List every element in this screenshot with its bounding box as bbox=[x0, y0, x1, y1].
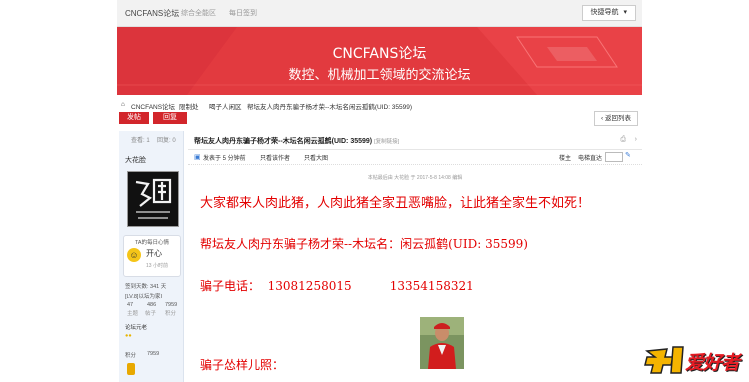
breadcrumb: ⌂ CNCFANS论坛 限制处 喝子人闲区 帮坛友人肉丹东骗子杨才荣--木坛名闲… bbox=[117, 98, 642, 112]
print-icon[interactable]: ⎙ bbox=[620, 136, 626, 144]
author-column: 查看: 1 回复: 0 大花脸 TA的每日心情 ☺ 开心 13 小时前 签到天数… bbox=[119, 131, 184, 382]
banner-title: CNCFANS论坛 bbox=[332, 46, 427, 62]
forum-page: CNCFANS论坛 综合全能区 每日签到 快捷导航 ▾ CNCFANS论坛 数控… bbox=[117, 0, 642, 382]
post-line-1: 大家都来人肉此猪，人肉此猪全家丑恶嘴脸，让此猪全家生不如死！ bbox=[200, 196, 591, 211]
site-name-link[interactable]: CNCFANS论坛 bbox=[125, 8, 179, 19]
user-level: [LV.8]以坛为家I bbox=[125, 294, 162, 300]
next-thread-icon[interactable]: › bbox=[635, 136, 637, 143]
back-to-list-button[interactable]: ‹ 返回列表 bbox=[594, 111, 638, 126]
top-bar: CNCFANS论坛 综合全能区 每日签到 快捷导航 ▾ bbox=[117, 0, 642, 27]
forum-banner: CNCFANS论坛 数控、机械加工领域的交流论坛 bbox=[117, 27, 642, 95]
points-label[interactable]: 积分 bbox=[165, 309, 176, 317]
rank-stars: ●● bbox=[125, 333, 132, 339]
watermark-text: 爱好者 bbox=[685, 352, 740, 374]
online-icon: ▣ bbox=[194, 154, 201, 161]
post-time: 发表于 5 分钟前 bbox=[203, 156, 246, 162]
quick-nav-label: 快捷导航 bbox=[590, 9, 619, 16]
post-content: 本帖最后由 大花脸 于 2017-5-8 14:08 编辑 大家都来人肉此猪，人… bbox=[188, 166, 642, 382]
user-group: 论坛元老 bbox=[125, 325, 148, 331]
back-to-list-label: 返回列表 bbox=[605, 115, 631, 122]
daily-mood-box: TA的每日心情 ☺ 开心 13 小时前 bbox=[123, 235, 181, 277]
author-name[interactable]: 大花脸 bbox=[125, 155, 146, 165]
only-author-link[interactable]: 只看该作者 bbox=[260, 153, 290, 162]
floor-jump-input[interactable] bbox=[605, 152, 623, 162]
home-icon[interactable]: ⌂ bbox=[121, 101, 125, 108]
replies-count: 回复: 0 bbox=[157, 138, 176, 144]
points-count: 7959 bbox=[165, 302, 178, 308]
back-arrow-icon: ‹ bbox=[601, 115, 604, 122]
breadcrumb-item-thread[interactable]: 帮坛友人肉丹东骗子杨才荣--木坛名闲云孤鹤(UID: 35599) bbox=[247, 101, 412, 111]
floor-label: 楼主 bbox=[559, 156, 572, 162]
scammer-photo[interactable] bbox=[420, 317, 464, 369]
post-header: 帮坛友人肉丹东骗子杨才荣--木坛名闲云孤鹤(UID: 35599) [复制链接]… bbox=[188, 131, 642, 150]
signin-days: 签到天数: 341 天 bbox=[125, 284, 167, 290]
only-big-image-link[interactable]: 只看大图 bbox=[304, 153, 328, 162]
copy-link[interactable]: [复制链接] bbox=[374, 139, 399, 145]
mood-heading: TA的每日心情 bbox=[134, 240, 170, 246]
tab-comprehensive[interactable]: 综合全能区 bbox=[181, 8, 216, 18]
posts-label[interactable]: 帖子 bbox=[145, 309, 156, 317]
mood-value: 开心 bbox=[146, 249, 162, 258]
mood-time: 13 小时前 bbox=[146, 263, 168, 269]
points-row-label: 积分 bbox=[125, 353, 137, 359]
medal-icon bbox=[127, 363, 135, 375]
avatar-calligraphy bbox=[128, 172, 178, 226]
post-meta-bar: ▣ 发表于 5 分钟前 只看该作者 只看大图 楼主 电梯直达 ✎ bbox=[188, 150, 642, 165]
post-line-3: 骗子电话： 13081258015 13354158321 bbox=[200, 279, 474, 293]
threads-label[interactable]: 主题 bbox=[127, 309, 138, 317]
post-title-text: 帮坛友人肉丹东骗子杨才荣--木坛名闲云孤鹤(UID: 35599) bbox=[194, 138, 373, 145]
rank-sun-icon: ● bbox=[128, 333, 132, 339]
right-page-gutter bbox=[642, 0, 749, 382]
views-count: 查看: 1 bbox=[131, 138, 150, 144]
post-line-4: 骗子怂样儿照： bbox=[200, 358, 285, 372]
new-post-button[interactable]: 发帖 bbox=[119, 112, 149, 124]
jump-to-floor-label: 电梯直达 bbox=[578, 156, 603, 162]
breadcrumb-item-forum[interactable]: CNCFANS论坛 bbox=[131, 101, 175, 111]
breadcrumb-item-restricted[interactable]: 限制处 bbox=[179, 101, 199, 111]
reply-button[interactable]: 回复 bbox=[153, 112, 187, 124]
breadcrumb-item-casual[interactable]: 喝子人闲区 bbox=[209, 101, 242, 111]
pencil-icon[interactable]: ✎ bbox=[625, 151, 631, 159]
post-title: 帮坛友人肉丹东骗子杨才荣--木坛名闲云孤鹤(UID: 35599) [复制链接] bbox=[194, 136, 399, 146]
edited-note: 本帖最后由 大花脸 于 2017-5-8 14:08 编辑 bbox=[367, 175, 463, 181]
post-line-2: 帮坛友人肉丹东骗子杨才荣--木坛名：闲云孤鹤(UID: 35599) bbox=[200, 237, 528, 251]
left-page-gutter bbox=[0, 0, 117, 382]
smile-icon: ☺ bbox=[127, 248, 141, 262]
threads-count: 47 bbox=[127, 302, 134, 308]
points-row-value: 7959 bbox=[147, 351, 160, 357]
avatar[interactable] bbox=[127, 171, 179, 227]
banner-subtitle: 数控、机械加工领域的交流论坛 bbox=[288, 68, 471, 83]
quick-nav-button[interactable]: 快捷导航 ▾ bbox=[581, 5, 636, 21]
posts-count: 486 bbox=[147, 302, 157, 308]
chevron-down-icon: ▾ bbox=[623, 9, 627, 16]
photo-illustration bbox=[420, 317, 464, 369]
tab-daily-signin[interactable]: 每日签到 bbox=[229, 8, 257, 18]
